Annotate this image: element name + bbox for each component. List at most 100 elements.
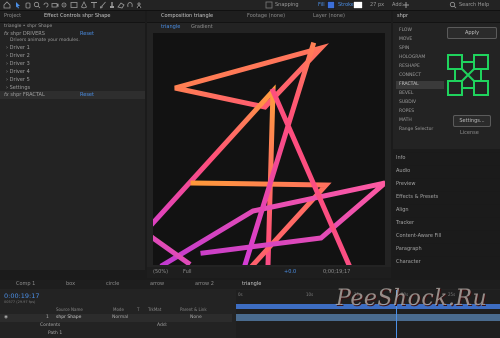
snapping-checkbox[interactable] <box>265 1 273 9</box>
module-ropes[interactable]: ROPES <box>396 108 444 116</box>
module-connect[interactable]: CONNECT <box>396 72 444 80</box>
comp-viewer[interactable] <box>149 33 387 269</box>
path-1-row[interactable]: Path 1 <box>48 331 62 336</box>
panel-info[interactable]: Info <box>393 152 500 162</box>
tab-effect-controls[interactable]: Effect Controls shpr Shape <box>44 13 111 19</box>
tab-triangle[interactable]: triangle <box>242 281 261 287</box>
tools-toolbar: Snapping Fill Stroke 27 px Add: Search H… <box>0 0 500 11</box>
pen-icon[interactable] <box>80 1 88 9</box>
settings-button[interactable]: Settings... <box>453 115 491 127</box>
license-link[interactable]: License <box>460 130 479 136</box>
panel-tracker[interactable]: Tracker <box>393 217 500 227</box>
drivers-note: Drivers animate your modules. <box>10 38 80 43</box>
tab-arrow[interactable]: arrow <box>150 281 164 287</box>
tab-composition[interactable]: Composition triangle <box>161 13 213 19</box>
layer-duration-bar[interactable] <box>236 314 500 321</box>
driver-3-row[interactable]: › Driver 3 <box>6 61 30 67</box>
module-subdiv[interactable]: SUBDIV <box>396 99 444 107</box>
tab-layer[interactable]: Layer (none) <box>313 13 345 19</box>
clone-stamp-icon[interactable] <box>108 1 116 9</box>
current-time-readout[interactable]: 0;00;19;17 <box>323 269 350 275</box>
add-plus-icon[interactable] <box>402 1 410 9</box>
tab-circle[interactable]: circle <box>106 281 119 287</box>
tab-project[interactable]: Project <box>4 13 21 19</box>
hand-icon[interactable] <box>24 1 32 9</box>
panel-paragraph[interactable]: Paragraph <box>393 243 500 253</box>
effect-controls-panel: Project Effect Controls shpr Shape trian… <box>0 11 145 270</box>
module-range-selector[interactable]: Range Selector <box>396 126 444 134</box>
triangle-diagonals <box>241 41 353 269</box>
roto-icon[interactable] <box>126 1 134 9</box>
snapping-label: Snapping <box>275 2 299 8</box>
driver-4-row[interactable]: › Driver 4 <box>6 69 30 75</box>
tab-box[interactable]: box <box>66 281 75 287</box>
module-bevel[interactable]: BEVEL <box>396 90 444 98</box>
driver-5-row[interactable]: › Driver 5 <box>6 77 30 83</box>
search-icon[interactable] <box>449 1 457 9</box>
visibility-eye-icon[interactable]: ◉ <box>4 315 8 320</box>
layer-name[interactable]: shpr Shape <box>56 315 81 320</box>
tab-footage[interactable]: Footage (none) <box>247 13 285 19</box>
subtab-triangle[interactable]: triangle <box>161 24 180 30</box>
module-hologram[interactable]: HOLOGRAM <box>396 54 444 62</box>
panel-preview[interactable]: Preview <box>393 178 500 188</box>
stroke-width-value[interactable]: 27 px <box>370 2 384 8</box>
reset-link-drivers[interactable]: Reset <box>80 31 94 37</box>
timeline-fps: 00577 (29.97 fps) <box>4 300 36 304</box>
resolution-dropdown[interactable]: Full <box>183 269 192 275</box>
zoom-icon[interactable] <box>33 1 41 9</box>
fill-label[interactable]: Fill <box>318 2 325 8</box>
module-reshape[interactable]: RESHAPE <box>396 63 444 71</box>
panel-character[interactable]: Character <box>393 256 500 266</box>
panel-audio[interactable]: Audio <box>393 165 500 175</box>
selection-icon[interactable] <box>14 1 22 9</box>
fx-drivers-row[interactable]: fx shpr DRIVERS <box>4 31 45 37</box>
apply-button[interactable]: Apply <box>447 27 497 39</box>
type-icon[interactable] <box>90 1 98 9</box>
module-math[interactable]: MATH <box>396 117 444 125</box>
layer-mode-dropdown[interactable]: Normal <box>112 315 128 320</box>
effect-controls-tabbar: Project Effect Controls shpr Shape <box>0 11 145 23</box>
driver-4-label: Driver 4 <box>9 69 30 75</box>
contents-add-label[interactable]: Add: <box>157 323 167 328</box>
stroke-label[interactable]: Stroke <box>338 2 354 8</box>
brush-icon[interactable] <box>99 1 107 9</box>
panel-content-aware-fill[interactable]: Content-Aware Fill <box>393 230 500 240</box>
col-parent: Parent & Link <box>180 307 207 312</box>
panel-effects-presets[interactable]: Effects & Presets <box>393 191 500 201</box>
ruler-tick-10: 10s <box>306 292 314 297</box>
puppet-icon[interactable] <box>135 1 143 9</box>
pan-behind-icon[interactable] <box>60 1 68 9</box>
tab-shpr[interactable]: shpr <box>397 13 408 19</box>
col-t: T <box>137 307 140 312</box>
rotate-icon[interactable] <box>42 1 50 9</box>
tab-comp-1[interactable]: Comp 1 <box>16 281 35 287</box>
fx-fractal-row[interactable]: fx shpr FRACTAL <box>4 92 45 98</box>
fill-swatch[interactable] <box>327 1 335 9</box>
eraser-icon[interactable] <box>117 1 125 9</box>
module-move[interactable]: MOVE <box>396 36 444 44</box>
contents-group[interactable]: Contents <box>40 323 60 328</box>
watermark-text: PeeShock.Ru <box>336 286 488 311</box>
reset-link-fractal[interactable]: Reset <box>80 92 94 98</box>
layer-parent-dropdown[interactable]: None <box>190 315 202 320</box>
home-icon[interactable] <box>3 1 11 9</box>
fx-drivers-name: shpr DRIVERS <box>10 31 45 37</box>
timeline-current-time[interactable]: 0:00:19:17 <box>4 292 40 300</box>
zoom-dropdown[interactable]: (50%) <box>153 269 168 275</box>
col-mode: Mode <box>113 307 124 312</box>
stroke-swatch[interactable] <box>353 1 363 9</box>
exposure-value[interactable]: +0.0 <box>284 269 296 275</box>
driver-2-row[interactable]: › Driver 2 <box>6 53 30 59</box>
module-flow[interactable]: FLOW <box>396 27 444 35</box>
subtab-gradient[interactable]: Gradient <box>191 24 213 30</box>
driver-1-row[interactable]: › Driver 1 <box>6 45 30 51</box>
rectangle-icon[interactable] <box>70 1 78 9</box>
tab-arrow-2[interactable]: arrow 2 <box>195 281 214 287</box>
panel-align[interactable]: Align <box>393 204 500 214</box>
search-help-field[interactable]: Search Help <box>459 2 489 8</box>
layer-row[interactable]: ◉ 1 shpr Shape Normal None <box>0 314 232 322</box>
camera-icon[interactable] <box>51 1 59 9</box>
module-spin[interactable]: SPIN <box>396 45 444 53</box>
module-fractal[interactable]: FRACTAL <box>396 81 444 89</box>
